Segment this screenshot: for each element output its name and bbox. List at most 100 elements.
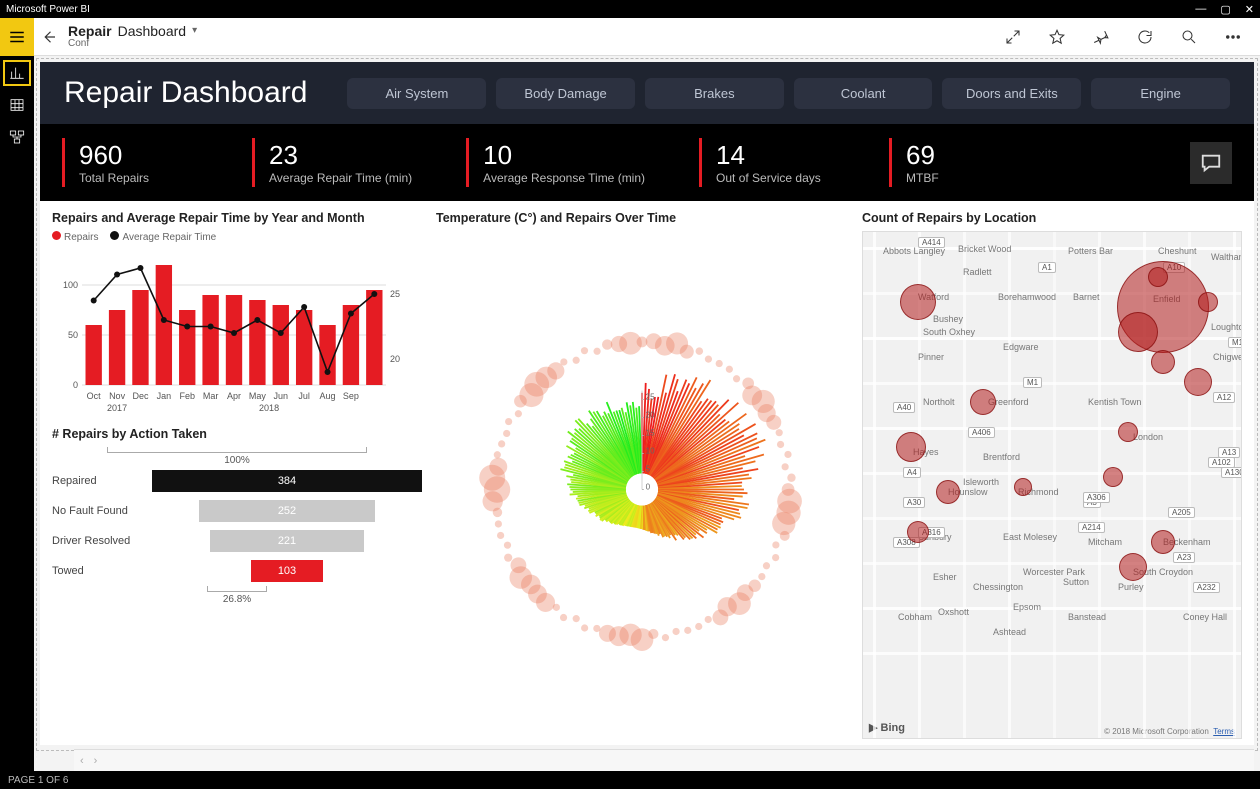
nav-report-view[interactable] <box>7 64 27 82</box>
filter-pill-brakes[interactable]: Brakes <box>645 78 784 109</box>
favorite-button[interactable] <box>1048 28 1066 46</box>
more-button[interactable] <box>1224 28 1242 46</box>
map-label: Barnet <box>1073 292 1100 302</box>
svg-text:100: 100 <box>63 280 78 290</box>
map-label: Banstead <box>1068 612 1106 622</box>
svg-text:Feb: Feb <box>179 391 195 401</box>
road-badge: A232 <box>1193 582 1220 593</box>
breadcrumb[interactable]: Repair Dashboard ▾ Conf <box>64 18 1004 55</box>
map-label: Coney Hall <box>1183 612 1227 622</box>
search-button[interactable] <box>1180 28 1198 46</box>
panel-map-title: Count of Repairs by Location <box>862 211 1242 225</box>
map-label: Chigwell <box>1213 352 1242 362</box>
map-label: Esher <box>933 572 957 582</box>
map-label: Mitcham <box>1088 537 1122 547</box>
svg-text:Jan: Jan <box>157 391 172 401</box>
map-bubble[interactable] <box>896 432 926 462</box>
map-visual[interactable]: ▶ Bing © 2018 Microsoft Corporation Term… <box>862 231 1242 739</box>
nav-model-view[interactable] <box>7 128 27 146</box>
road-badge: A12 <box>1213 392 1235 403</box>
map-terms-link[interactable]: Terms <box>1213 727 1235 736</box>
map-bubble[interactable] <box>1014 478 1032 496</box>
radial-chart[interactable]: 0510152025 <box>462 305 822 665</box>
expand-button[interactable] <box>1004 28 1022 46</box>
map-label: Edgware <box>1003 342 1039 352</box>
page-next[interactable]: › <box>94 755 98 767</box>
refresh-button[interactable] <box>1136 28 1154 46</box>
pin-icon <box>1092 28 1110 46</box>
window-close[interactable]: ✕ <box>1245 3 1254 16</box>
filter-pill-air-system[interactable]: Air System <box>347 78 486 109</box>
svg-text:0: 0 <box>73 380 78 390</box>
svg-text:Dec: Dec <box>132 391 149 401</box>
panel-funnel-title: # Repairs by Action Taken <box>52 427 422 441</box>
window-minimize[interactable]: — <box>1195 3 1206 16</box>
map-bubble[interactable] <box>1184 368 1212 396</box>
map-label: Waltham <box>1211 252 1242 262</box>
map-label: Worcester Park <box>1023 567 1085 577</box>
road-badge: A30 <box>903 497 925 508</box>
map-label: Bricket Wood <box>958 244 1011 254</box>
funnel-row-no-fault-found[interactable]: No Fault Found252 <box>52 496 422 526</box>
road-badge: A4 <box>903 467 921 478</box>
map-label: Chessington <box>973 582 1023 592</box>
map-bubble[interactable] <box>1118 312 1158 352</box>
kpi-total-repairs: 960Total Repairs <box>62 138 212 187</box>
filter-pill-doors-and-exits[interactable]: Doors and Exits <box>942 78 1081 109</box>
svg-text:5: 5 <box>646 465 651 474</box>
funnel-row-repaired[interactable]: Repaired384 <box>52 466 422 496</box>
kpi-average-response-time-min-: 10Average Response Time (min) <box>466 138 659 187</box>
chevron-down-icon: ▾ <box>192 24 197 38</box>
hamburger-menu[interactable] <box>0 18 34 56</box>
road-badge: A40 <box>893 402 915 413</box>
map-label: East Molesey <box>1003 532 1057 542</box>
road-badge: M11 <box>1228 337 1242 348</box>
filter-pill-coolant[interactable]: Coolant <box>794 78 933 109</box>
kpi-out-of-service-days: 14Out of Service days <box>699 138 849 187</box>
map-bubble[interactable] <box>1119 553 1147 581</box>
funnel-row-driver-resolved[interactable]: Driver Resolved221 <box>52 526 422 556</box>
back-button[interactable] <box>34 18 64 55</box>
breadcrumb-main-bold: Repair <box>68 24 112 38</box>
star-icon <box>1048 28 1066 46</box>
map-label: Cheshunt <box>1158 246 1197 256</box>
combo-chart[interactable]: 0501002025OctNovDecJanFebMarAprMayJunJul… <box>52 247 412 417</box>
pin-button[interactable] <box>1092 28 1110 46</box>
map-bubble[interactable] <box>907 521 929 543</box>
window-maximize[interactable]: ▢ <box>1220 3 1230 16</box>
page-prev[interactable]: ‹ <box>80 755 84 767</box>
map-bubble[interactable] <box>1118 422 1138 442</box>
map-bubble[interactable] <box>1151 350 1175 374</box>
map-label: South Oxhey <box>923 327 975 337</box>
map-copyright: © 2018 Microsoft Corporation Terms <box>1104 727 1235 736</box>
funnel-bot-pct: 26.8% <box>223 594 251 605</box>
map-bubble[interactable] <box>1198 292 1218 312</box>
comment-button[interactable] <box>1190 142 1232 184</box>
map-bubble[interactable] <box>900 284 936 320</box>
map-bubble[interactable] <box>936 480 960 504</box>
map-bubble[interactable] <box>970 389 996 415</box>
svg-text:10: 10 <box>646 447 655 456</box>
svg-text:20: 20 <box>390 354 400 364</box>
road-badge: A205 <box>1168 507 1195 518</box>
map-bubble[interactable] <box>1148 267 1168 287</box>
left-nav <box>0 56 34 771</box>
map-label: Purley <box>1118 582 1144 592</box>
road-badge: A1306 <box>1221 467 1242 478</box>
funnel-top-pct: 100% <box>224 455 250 466</box>
map-label: Northolt <box>923 397 955 407</box>
map-bubble[interactable] <box>1103 467 1123 487</box>
filter-pill-body-damage[interactable]: Body Damage <box>496 78 635 109</box>
report-title: Repair Dashboard <box>64 76 307 110</box>
map-label: Sutton <box>1063 577 1089 587</box>
svg-text:2018: 2018 <box>259 403 279 413</box>
svg-text:2017: 2017 <box>107 403 127 413</box>
filter-pill-engine[interactable]: Engine <box>1091 78 1230 109</box>
hamburger-icon <box>8 28 26 46</box>
nav-data-view[interactable] <box>7 96 27 114</box>
svg-text:Sep: Sep <box>343 391 359 401</box>
map-label: Radlett <box>963 267 992 277</box>
map-bubble[interactable] <box>1151 530 1175 554</box>
funnel-row-towed[interactable]: Towed103 <box>52 556 422 586</box>
svg-text:20: 20 <box>646 411 655 420</box>
